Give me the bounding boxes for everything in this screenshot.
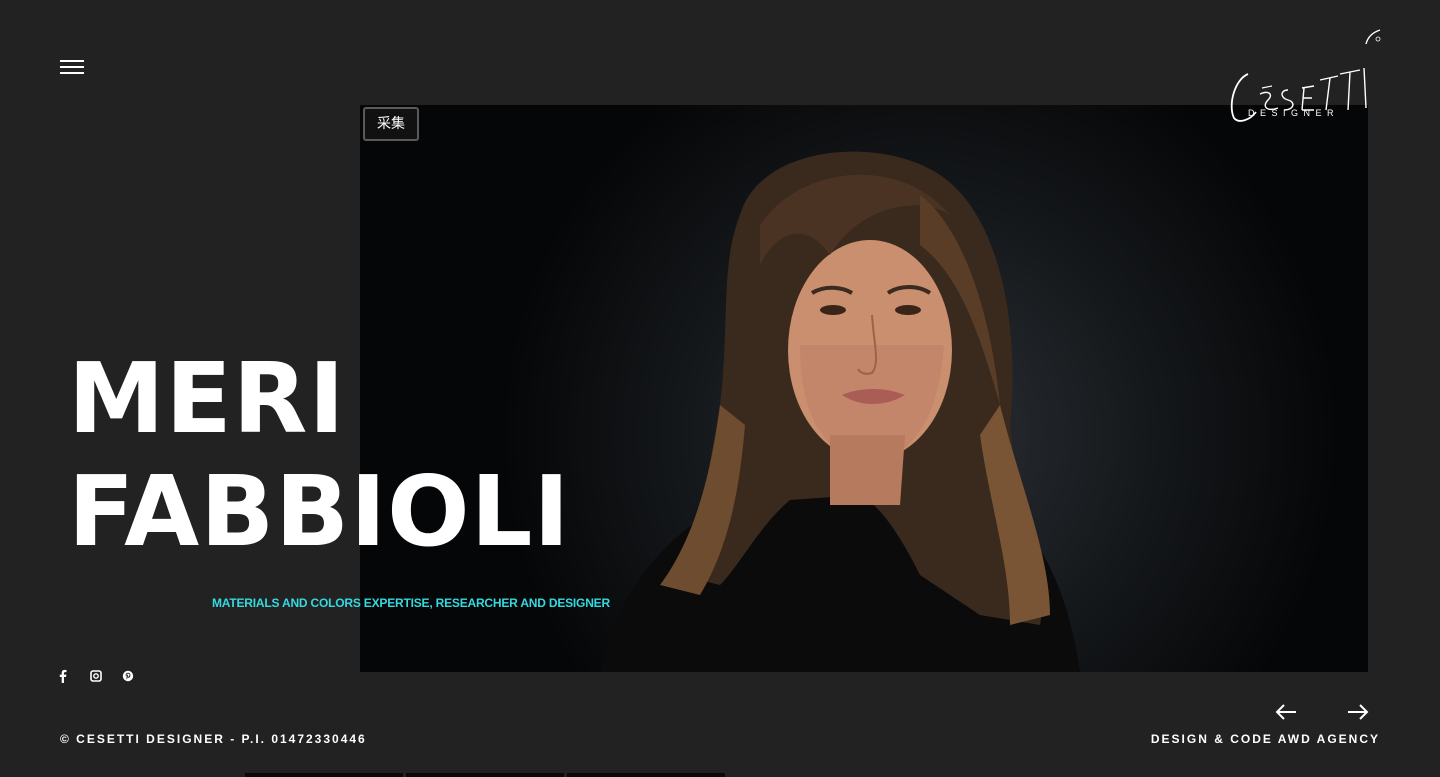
menu-bar: [60, 60, 84, 62]
slider-nav: [1274, 702, 1370, 722]
arrow-left-icon[interactable]: [1274, 702, 1298, 722]
last-name: FABBIOLI: [68, 455, 571, 568]
pinterest-icon[interactable]: [122, 669, 134, 683]
menu-bar: [60, 66, 84, 68]
bottom-thumbnails: [245, 773, 725, 777]
menu-bar: [60, 72, 84, 74]
thumbnail-strip: [406, 773, 564, 777]
copyright-text: © CESETTI DESIGNER - P.I. 01472330446: [60, 732, 367, 746]
logo-subtext: DESIGNER: [1248, 108, 1340, 118]
arrow-right-icon[interactable]: [1346, 702, 1370, 722]
facebook-icon[interactable]: [58, 669, 68, 683]
role-subtitle: MATERIALS AND COLORS EXPERTISE, RESEARCH…: [212, 596, 610, 610]
instagram-icon[interactable]: [90, 669, 102, 683]
brand-logo[interactable]: DESIGNER: [1226, 28, 1386, 124]
thumbnail-strip: [245, 773, 403, 777]
collect-button[interactable]: 采集: [363, 107, 419, 141]
menu-button[interactable]: [60, 60, 84, 74]
page-title: MERI FABBIOLI: [68, 342, 571, 568]
social-links: [58, 669, 134, 683]
thumbnail-strip: [567, 773, 725, 777]
first-name: MERI: [68, 342, 346, 455]
agency-credit-link[interactable]: DESIGN & CODE AWD AGENCY: [1151, 732, 1380, 746]
